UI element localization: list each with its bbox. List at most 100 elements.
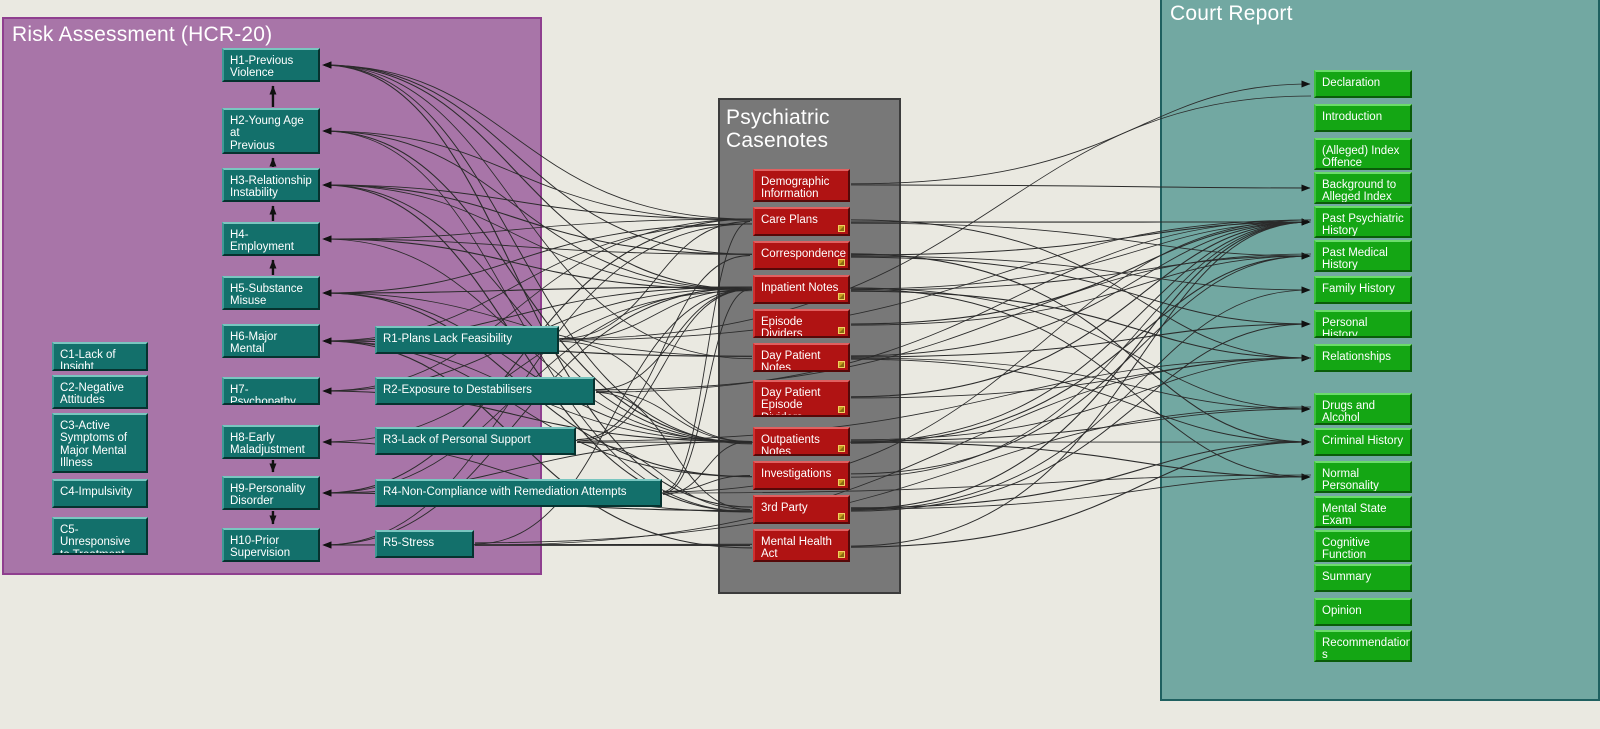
node-label: H9-Personality Disorder bbox=[230, 483, 306, 508]
casenote-item-cn5[interactable]: Episode Dividers bbox=[753, 309, 850, 338]
node-label: Day Patient Notes bbox=[761, 350, 821, 372]
node-label: C4-Impulsivity bbox=[60, 486, 133, 498]
report-item-rp6[interactable]: Past Medical History bbox=[1314, 240, 1412, 272]
node-label: Past Psychiatric History bbox=[1322, 213, 1404, 238]
report-item-rp11[interactable]: Criminal History bbox=[1314, 428, 1412, 456]
node-label: Inpatient Notes bbox=[761, 282, 839, 294]
node-label: Investigations bbox=[761, 468, 832, 480]
node-label: Correspondence bbox=[761, 248, 847, 260]
node-label: C5-Unresponsive to Treatment bbox=[60, 524, 131, 555]
hcr-historical-item-h9[interactable]: H9-Personality Disorder bbox=[222, 476, 320, 510]
node-label: C3-Active Symptoms of Major Mental Illne… bbox=[60, 420, 128, 470]
report-item-rp7[interactable]: Family History bbox=[1314, 276, 1412, 304]
hcr-clinical-item-c3[interactable]: C3-Active Symptoms of Major Mental Illne… bbox=[52, 413, 148, 473]
node-label: Background to Alleged Index bbox=[1322, 179, 1397, 204]
node-label: Declaration bbox=[1322, 77, 1381, 89]
hcr-historical-item-h3[interactable]: H3-Relationship Instability bbox=[222, 168, 320, 202]
hcr-risk-item-r3[interactable]: R3-Lack of Personal Support bbox=[375, 427, 576, 455]
node-label: Drugs and Alcohol bbox=[1322, 400, 1376, 425]
node-label: H8-Early Maladjustment bbox=[230, 432, 305, 457]
casenote-item-cn8[interactable]: Outpatients Notes bbox=[753, 427, 850, 456]
hcr-historical-item-h2[interactable]: H2-Young Age at Previous Violence bbox=[222, 108, 320, 154]
report-item-rp2[interactable]: Introduction bbox=[1314, 104, 1412, 132]
report-item-rp14[interactable]: Cognitive Function bbox=[1314, 530, 1412, 562]
node-label: H5-Substance Misuse Problems bbox=[230, 283, 303, 308]
hcr-clinical-item-c1[interactable]: C1-Lack of Insight bbox=[52, 342, 148, 371]
report-item-rp17[interactable]: Recommendation s bbox=[1314, 630, 1412, 662]
casenote-item-cn3[interactable]: Correspondence bbox=[753, 241, 850, 270]
node-label: H4-Employment Problems bbox=[230, 229, 294, 254]
casenote-item-cn9[interactable]: Investigations bbox=[753, 461, 850, 490]
node-label: Summary bbox=[1322, 571, 1372, 583]
node-label: Demographic Information bbox=[761, 176, 830, 201]
casenote-item-cn6[interactable]: Day Patient Notes bbox=[753, 343, 850, 372]
hcr-risk-item-r1[interactable]: R1-Plans Lack Feasibility bbox=[375, 326, 559, 354]
casenote-item-cn1[interactable]: Demographic Information bbox=[753, 169, 850, 202]
report-item-rp5[interactable]: Past Psychiatric History bbox=[1314, 206, 1412, 238]
attachment-icon bbox=[838, 479, 845, 486]
hcr-historical-item-h7[interactable]: H7-Psychopathy bbox=[222, 377, 320, 405]
report-item-rp13[interactable]: Mental State Exam bbox=[1314, 496, 1412, 528]
casenote-item-cn4[interactable]: Inpatient Notes bbox=[753, 275, 850, 304]
node-label: Mental State Exam bbox=[1322, 503, 1387, 528]
hcr-historical-item-h8[interactable]: H8-Early Maladjustment bbox=[222, 425, 320, 459]
panel-psychiatric-casenotes-title: Psychiatric Casenotes bbox=[726, 106, 830, 152]
node-label: Introduction bbox=[1322, 111, 1383, 123]
hcr-clinical-item-c4[interactable]: C4-Impulsivity bbox=[52, 479, 148, 508]
report-item-rp8[interactable]: Personal History bbox=[1314, 310, 1412, 338]
node-label: H7-Psychopathy bbox=[230, 384, 296, 405]
node-label: C1-Lack of Insight bbox=[60, 349, 116, 371]
hcr-historical-item-h4[interactable]: H4-Employment Problems bbox=[222, 222, 320, 256]
node-label: (Alleged) Index Offence bbox=[1322, 145, 1400, 170]
hcr-historical-item-h6[interactable]: H6-Major Mental Illness bbox=[222, 324, 320, 358]
hcr-clinical-item-c5[interactable]: C5-Unresponsive to Treatment bbox=[52, 517, 148, 555]
node-label: Past Medical History bbox=[1322, 247, 1388, 272]
node-label: 3rd Party bbox=[761, 502, 808, 514]
attachment-icon bbox=[838, 513, 845, 520]
report-item-rp15[interactable]: Summary bbox=[1314, 564, 1412, 592]
report-item-rp3[interactable]: (Alleged) Index Offence bbox=[1314, 138, 1412, 170]
hcr-historical-item-h1[interactable]: H1-Previous Violence bbox=[222, 48, 320, 82]
node-label: Opinion bbox=[1322, 605, 1362, 617]
node-label: Recommendation s bbox=[1322, 637, 1412, 662]
report-item-rp9[interactable]: Relationships bbox=[1314, 344, 1412, 372]
attachment-icon bbox=[838, 327, 845, 334]
node-label: H2-Young Age at Previous Violence bbox=[230, 115, 304, 152]
node-label: H1-Previous Violence bbox=[230, 55, 294, 80]
hcr-clinical-item-c2[interactable]: C2-Negative Attitudes bbox=[52, 375, 148, 409]
node-label: R1-Plans Lack Feasibility bbox=[383, 333, 513, 345]
node-label: C2-Negative Attitudes bbox=[60, 382, 124, 407]
node-label: Family History bbox=[1322, 283, 1395, 295]
hcr-risk-item-r5[interactable]: R5-Stress bbox=[375, 530, 474, 558]
node-label: Relationships bbox=[1322, 351, 1392, 363]
node-label: Cognitive Function bbox=[1322, 537, 1370, 562]
node-label: R2-Exposure to Destabilisers bbox=[383, 384, 532, 396]
attachment-icon bbox=[838, 551, 845, 558]
attachment-icon bbox=[838, 445, 845, 452]
node-label: Personal History bbox=[1322, 317, 1368, 338]
attachment-icon bbox=[838, 259, 845, 266]
hcr-historical-item-h10[interactable]: H10-Prior Supervision bbox=[222, 528, 320, 562]
node-label: Normal Personality bbox=[1322, 468, 1379, 493]
attachment-icon bbox=[838, 406, 845, 413]
hcr-risk-item-r4[interactable]: R4-Non-Compliance with Remediation Attem… bbox=[375, 479, 662, 507]
node-label: H6-Major Mental Illness bbox=[230, 331, 278, 356]
casenote-item-cn7[interactable]: Day Patient Episode Dividers bbox=[753, 380, 850, 417]
report-item-rp12[interactable]: Normal Personality bbox=[1314, 461, 1412, 493]
node-label: Criminal History bbox=[1322, 435, 1404, 447]
node-label: Episode Dividers bbox=[761, 316, 803, 338]
report-item-rp10[interactable]: Drugs and Alcohol bbox=[1314, 393, 1412, 425]
node-label: R4-Non-Compliance with Remediation Attem… bbox=[383, 486, 627, 498]
casenote-item-cn11[interactable]: Mental Health Act Material bbox=[753, 529, 850, 562]
hcr-risk-item-r2[interactable]: R2-Exposure to Destabilisers bbox=[375, 377, 595, 405]
casenote-item-cn2[interactable]: Care Plans bbox=[753, 207, 850, 236]
node-label: H10-Prior Supervision bbox=[230, 535, 291, 560]
casenote-item-cn10[interactable]: 3rd Party bbox=[753, 495, 850, 524]
panel-risk-assessment-title: Risk Assessment (HCR-20) bbox=[12, 23, 273, 46]
report-item-rp16[interactable]: Opinion bbox=[1314, 598, 1412, 626]
panel-court-report-title: Court Report bbox=[1170, 2, 1293, 25]
report-item-rp4[interactable]: Background to Alleged Index bbox=[1314, 172, 1412, 204]
node-label: Day Patient Episode Dividers bbox=[761, 387, 821, 415]
report-item-rp1[interactable]: Declaration bbox=[1314, 70, 1412, 98]
hcr-historical-item-h5[interactable]: H5-Substance Misuse Problems bbox=[222, 276, 320, 310]
